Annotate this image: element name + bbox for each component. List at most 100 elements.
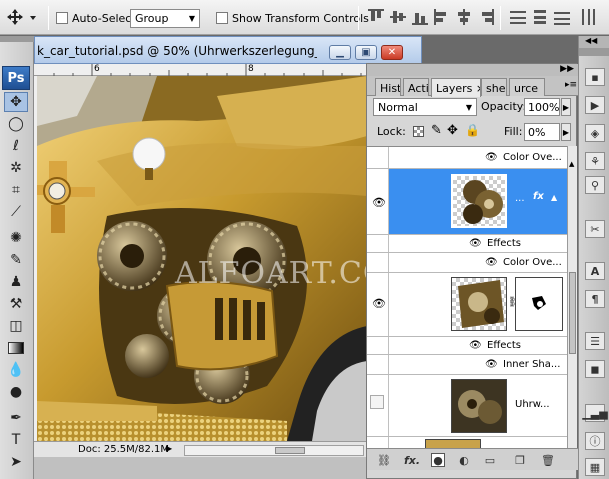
panel-grip[interactable]: ▶▶ [367,64,578,76]
tab-actions[interactable]: Acti [403,78,429,96]
eyedropper-tool-icon[interactable]: ⟋ [4,202,28,222]
clone-stamp-tool-icon[interactable]: ♟ [4,272,28,292]
layers-panel-icon[interactable]: ◈ [585,124,605,142]
actions-panel-icon[interactable]: ▶ [585,96,605,114]
auto-select-dropdown[interactable]: Group ▼ [130,9,200,28]
align-hcenter-icon[interactable] [456,9,472,25]
history-brush-tool-icon[interactable]: ⚒ [4,294,28,314]
new-group-icon[interactable]: ▭ [483,453,497,467]
fill-slider-arrow-icon[interactable]: ▶ [561,123,571,141]
layer-thumbnail[interactable] [451,379,507,433]
blend-mode-dropdown[interactable]: Normal ▼ [373,98,477,116]
lock-image-icon[interactable]: ✎ [431,123,442,138]
distribute-left-icon[interactable] [580,9,596,25]
distribute-bottom-icon[interactable] [554,9,570,25]
distribute-top-icon[interactable] [510,9,526,25]
healing-brush-tool-icon[interactable]: ✺ [4,228,28,248]
layer-thumbnail[interactable] [451,174,507,228]
trash-icon[interactable]: 🗑 [541,453,555,467]
horizontal-scrollbar[interactable] [184,445,364,456]
ps-logo[interactable]: Ps [2,66,30,90]
brushes-panel-icon[interactable]: ⚘ [585,152,605,170]
effect-inner-shadow-row[interactable]: 👁 Inner Sha... [367,355,567,375]
color-panel-icon[interactable]: ◼ [585,360,605,378]
navigator-panel-icon[interactable]: ▪ [585,68,605,86]
align-left-icon[interactable] [434,9,450,25]
layers-scrollbar[interactable]: ▲ [567,146,577,448]
scroll-thumb[interactable] [569,272,576,354]
align-vcenter-icon[interactable] [390,9,406,25]
fill-input[interactable]: 0% [524,123,560,141]
adjustment-layer-icon[interactable]: ◐ [457,453,471,467]
dock-collapse-icon[interactable]: ◀◀ [585,36,597,45]
panel-menu-icon[interactable]: ▸≡ [565,80,577,90]
status-menu-arrow-icon[interactable]: ▶ [166,444,172,453]
eye-icon[interactable]: 👁 [370,295,388,311]
notes-panel-icon[interactable]: ☰ [585,332,605,350]
scroll-thumb[interactable] [275,447,305,454]
effect-color-overlay-row[interactable]: 👁 Color Ove... [367,253,567,273]
eye-icon[interactable]: 👁 [485,359,498,370]
fx-badge-icon[interactable]: fx [533,191,544,202]
dodge-tool-icon[interactable]: ● [4,382,28,402]
tab-source[interactable]: urce [509,78,545,96]
maximize-button[interactable]: ▣ [355,45,377,60]
clone-source-panel-icon[interactable]: ⚲ [585,176,605,194]
layer-effect-row[interactable]: 👁 Color Ove... [367,147,567,169]
swatches-panel-icon[interactable]: ▦ [585,458,605,476]
crop-tool-icon[interactable]: ⌗ [4,180,28,200]
scroll-up-icon[interactable]: ▲ [569,160,574,168]
layer-row[interactable]: Uhrw... [367,375,567,437]
eye-icon[interactable]: 👁 [485,152,498,163]
align-top-icon[interactable] [368,9,384,25]
tab-history[interactable]: Hist [375,78,401,96]
auto-select-check[interactable] [56,12,68,24]
layer-row-selected[interactable]: 👁 ... fx ▲ [367,169,567,235]
pen-tool-icon[interactable]: ✒ [4,408,28,428]
new-layer-icon[interactable]: ❐ [513,453,527,467]
document-title-bar[interactable]: k_car_tutorial.psd @ 50% (Uhrwerkszerleg… [34,36,422,64]
path-selection-tool-icon[interactable]: ➤ [4,452,28,472]
magic-wand-tool-icon[interactable]: ✲ [4,158,28,178]
tool-presets-icon[interactable]: ✂ [585,220,605,238]
eye-icon[interactable]: 👁 [469,238,482,249]
layer-thumbnail[interactable] [451,277,507,331]
layer-row-masked[interactable]: 👁 ⛓ [367,273,567,337]
type-tool-icon[interactable]: T [4,430,28,450]
auto-select-checkbox[interactable]: Auto-Select: [56,9,139,27]
lock-all-icon[interactable]: 🔒 [465,123,480,137]
effects-row[interactable]: 👁 Effects [367,337,567,355]
show-transform-check[interactable] [216,12,228,24]
add-mask-icon[interactable]: ● [431,453,445,467]
lasso-tool-icon[interactable]: ℓ [4,136,28,156]
layer-thumbnail[interactable] [425,439,481,448]
gradient-tool-icon[interactable] [4,338,28,358]
info-panel-icon[interactable]: ⓘ [585,432,605,450]
paragraph-panel-icon[interactable]: ¶ [585,290,605,308]
align-right-icon[interactable] [478,9,494,25]
marquee-tool-icon[interactable]: ◯ [4,114,28,134]
dock-grip[interactable]: ◀◀ [579,36,609,48]
eye-icon[interactable]: 👁 [485,257,498,268]
move-tool-icon[interactable]: ✥ [4,92,28,112]
lock-position-icon[interactable]: ✥ [447,123,458,138]
tab-brushes[interactable]: shes [481,78,507,96]
close-button[interactable]: ✕ [381,45,403,60]
toolbox-grip[interactable] [0,36,34,42]
image-canvas[interactable]: ALFOART.COM [37,76,367,441]
distribute-vcenter-icon[interactable] [532,9,548,25]
blur-tool-icon[interactable]: 💧 [4,360,28,380]
expand-arrow-icon[interactable]: ▲ [551,193,557,202]
lock-transparency-icon[interactable] [413,126,424,137]
eraser-tool-icon[interactable]: ◫ [4,316,28,336]
histogram-panel-icon[interactable]: ▁▃▅ [582,404,608,422]
tab-layers[interactable]: Layers × [431,78,481,97]
move-tool-preset[interactable] [6,8,36,26]
visibility-toggle-off[interactable] [370,395,384,409]
panel-collapse-icon[interactable]: ▶▶ [560,64,574,74]
opacity-slider-arrow-icon[interactable]: ▶ [561,98,571,116]
show-transform-checkbox[interactable]: Show Transform Controls [216,9,369,27]
layer-row-partial[interactable] [367,437,567,448]
layer-mask-thumbnail[interactable] [515,277,563,331]
minimize-button[interactable]: ▁ [329,45,351,60]
